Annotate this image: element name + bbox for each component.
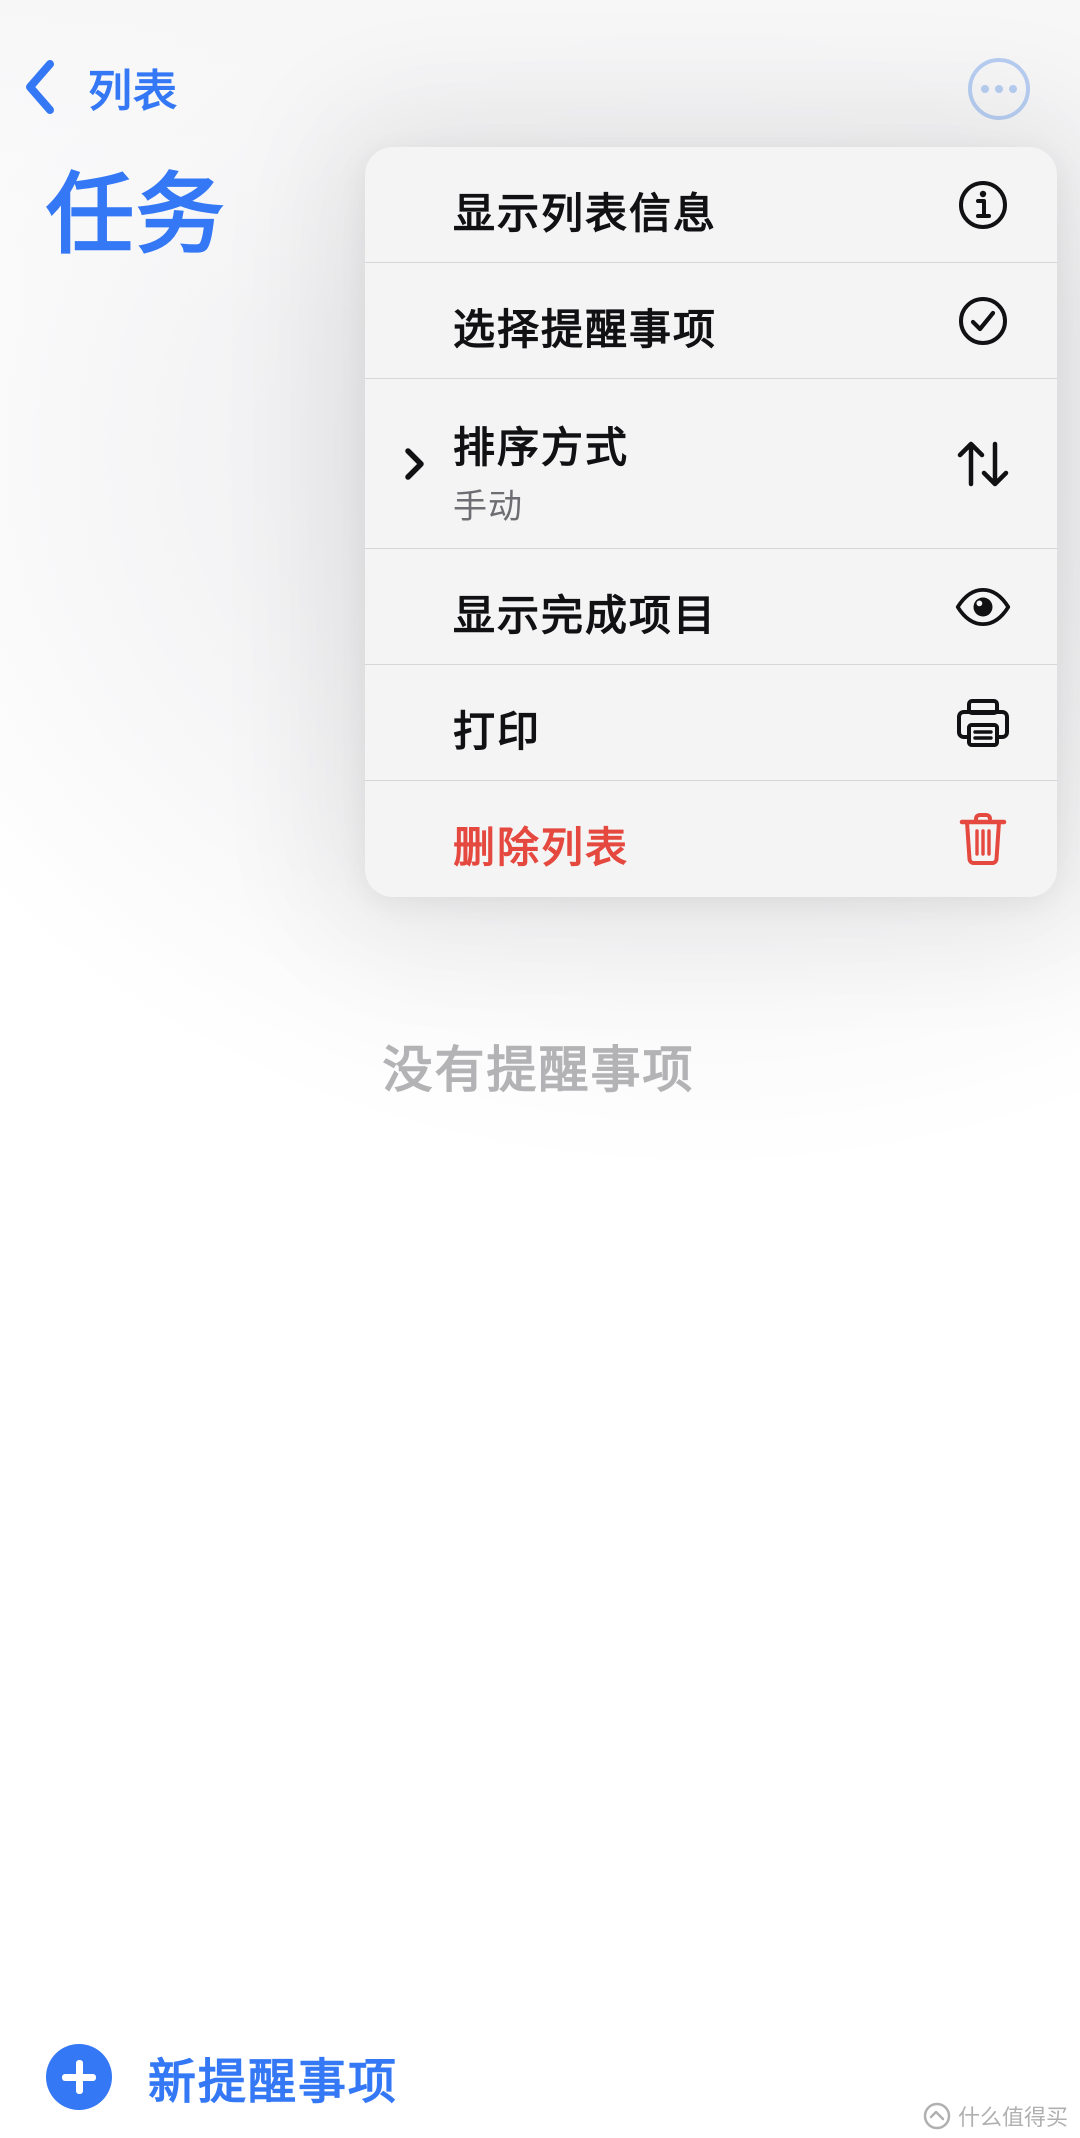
chevron-left-icon xyxy=(22,57,62,117)
context-menu: 显示列表信息 选择提醒事项 排序方式 手动 显示完成项目 打印 删除列表 xyxy=(365,147,1057,897)
menu-item-select-reminders[interactable]: 选择提醒事项 xyxy=(365,263,1057,379)
trash-icon xyxy=(955,811,1011,867)
empty-state-label: 没有提醒事项 xyxy=(382,1041,695,1099)
menu-item-show-list-info[interactable]: 显示列表信息 xyxy=(365,147,1057,263)
ellipsis-dot xyxy=(995,85,1003,93)
empty-state-text: 没有提醒事项 xyxy=(0,1030,1080,1102)
menu-item-label: 打印 xyxy=(453,707,542,756)
back-button-label: 列表 xyxy=(88,66,178,117)
menu-item-sort-by[interactable]: 排序方式 手动 xyxy=(365,379,1057,549)
menu-item-label: 显示完成项目 xyxy=(453,591,718,640)
menu-item-label: 删除列表 xyxy=(453,823,630,872)
chevron-right-icon xyxy=(403,446,427,482)
menu-item-label: 显示列表信息 xyxy=(453,189,718,238)
new-reminder-label: 新提醒事项 xyxy=(148,2054,399,2110)
ellipsis-dot xyxy=(1009,85,1017,93)
menu-item-label: 排序方式 xyxy=(453,423,630,472)
new-reminder-button[interactable]: 新提醒事项 xyxy=(46,2044,398,2110)
watermark-logo-icon xyxy=(922,2101,952,2131)
arrow-up-down-icon xyxy=(955,436,1011,492)
back-button[interactable]: 列表 xyxy=(22,52,178,122)
menu-item-print[interactable]: 打印 xyxy=(365,665,1057,781)
ellipsis-dot xyxy=(981,85,989,93)
menu-item-delete-list[interactable]: 删除列表 xyxy=(365,781,1057,897)
menu-item-sublabel: 手动 xyxy=(453,487,523,527)
checkmark-circle-icon xyxy=(955,293,1011,349)
printer-icon xyxy=(955,695,1011,751)
watermark: 什么值得买 xyxy=(922,2100,1068,2132)
menu-item-show-completed[interactable]: 显示完成项目 xyxy=(365,549,1057,665)
plus-circle-icon xyxy=(46,2044,112,2110)
eye-icon xyxy=(955,579,1011,635)
info-circle-icon xyxy=(955,177,1011,233)
watermark-text: 什么值得买 xyxy=(957,2106,1068,2131)
page-title: 任务 xyxy=(46,163,227,266)
menu-item-label: 选择提醒事项 xyxy=(453,305,718,354)
ellipsis-circle-icon[interactable] xyxy=(968,58,1030,120)
